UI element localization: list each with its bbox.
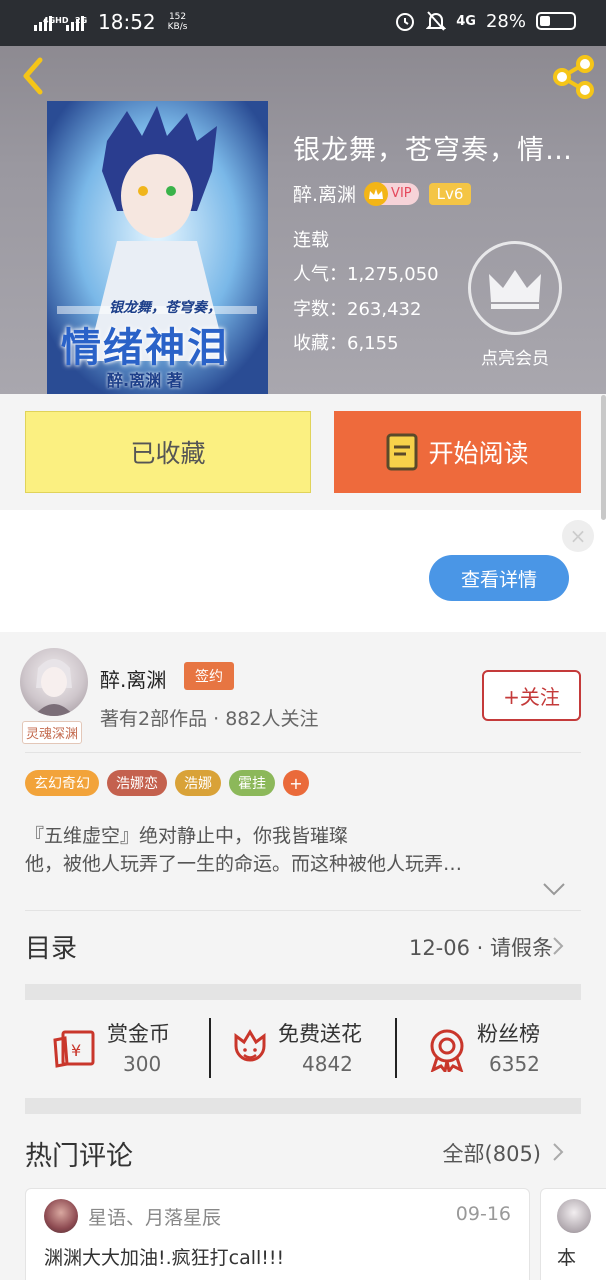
comment-date: 09-16 <box>455 1203 511 1225</box>
send-flowers-button[interactable]: 免费送花 4842 <box>230 1018 390 1078</box>
commenter-avatar[interactable] <box>44 1199 78 1233</box>
tag-item[interactable]: 霍挂 <box>229 770 275 796</box>
serial-status: 连载 <box>293 230 329 251</box>
crown-icon <box>489 270 541 309</box>
support-stats: ¥ 赏金币 300 免费送花 4842 粉丝榜 6352 <box>25 1018 581 1078</box>
all-comments-link[interactable]: 全部(805) <box>443 1138 541 1168</box>
chevron-down-icon[interactable] <box>542 882 566 896</box>
tag-list: 玄幻奇幻 浩娜恋 浩娜 霍挂 + <box>25 770 309 796</box>
avatar-tag: 灵魂深渊 <box>22 721 83 744</box>
add-tag-button[interactable]: + <box>283 770 309 796</box>
book-cover[interactable]: 银龙舞，苍穹奏， 情绪神泪 醉.离渊 著 <box>47 101 268 394</box>
flower-icon <box>234 1029 266 1062</box>
clock: 18:52 <box>98 10 156 34</box>
divider-line <box>209 1018 211 1078</box>
intro-line: 他，被他人玩弄了一生的命运。而这种被他人玩弄… <box>25 853 463 875</box>
book-author[interactable]: 醉.离渊 <box>293 180 356 207</box>
author-section: 灵魂深渊 醉.离渊 签约 著有2部作品 · 882人关注 +关注 玄幻奇幻 浩娜… <box>0 632 606 1114</box>
divider-line <box>395 1018 397 1078</box>
battery-percent: 28% <box>485 10 526 32</box>
red-envelope-icon: ¥ <box>53 1030 95 1068</box>
commenter-name[interactable]: 星语、月落星辰 <box>88 1203 221 1230</box>
commenter-avatar[interactable] <box>557 1199 591 1233</box>
author-avatar[interactable] <box>20 648 88 716</box>
action-bar: 已收藏 开始阅读 <box>0 394 606 510</box>
comment-text: 渊渊大大加油!.疯狂打call!!! <box>44 1247 285 1269</box>
favorited-button[interactable]: 已收藏 <box>25 411 311 493</box>
reward-coins-button[interactable]: ¥ 赏金币 300 <box>53 1018 213 1078</box>
comment-card[interactable]: 星语、月落星辰 09-16 渊渊大大加油!.疯狂打call!!! <box>25 1188 530 1280</box>
favorite-count: 收藏：6,155 <box>293 333 399 354</box>
book-title: 银龙舞，苍穹奏，情… <box>293 135 573 166</box>
signal-icon: 4GHD <box>34 13 68 31</box>
ad-close-icon[interactable]: × <box>562 520 594 552</box>
comment-card[interactable]: 本 <box>540 1188 606 1280</box>
battery-icon <box>536 12 576 30</box>
author-name[interactable]: 醉.离渊 <box>100 664 166 693</box>
section-separator <box>25 984 581 1000</box>
toc-title: 目录 <box>25 934 78 964</box>
alarm-icon <box>396 13 415 31</box>
follow-button[interactable]: +关注 <box>482 670 581 721</box>
member-crown-button[interactable] <box>468 241 562 335</box>
network-type: 4G <box>456 13 476 29</box>
signed-badge: 签约 <box>184 662 234 690</box>
cover-author: 醉.离渊 著 <box>107 371 183 390</box>
intro-line: 『五维虚空』绝对静止中，你我皆璀璨 <box>25 825 349 847</box>
member-label[interactable]: 点亮会员 <box>470 344 560 369</box>
share-icon[interactable] <box>550 54 596 100</box>
back-icon[interactable] <box>18 56 48 96</box>
svg-text:¥: ¥ <box>71 1041 81 1060</box>
net-speed: 152 KB/s <box>167 12 188 32</box>
tag-item[interactable]: 玄幻奇幻 <box>25 770 99 796</box>
divider <box>25 910 581 911</box>
book-header: 银龙舞，苍穹奏， 情绪神泪 醉.离渊 著 银龙舞，苍穹奏，情… 醉.离渊 VIP… <box>0 46 606 394</box>
cover-title: 情绪神泪 <box>61 325 229 371</box>
popularity: 人气：1,275,050 <box>293 264 439 285</box>
comments-title: 热门评论 <box>25 1141 133 1172</box>
divider <box>25 752 581 753</box>
start-reading-button[interactable]: 开始阅读 <box>334 411 581 493</box>
ad-banner: × 查看详情 <box>0 510 606 632</box>
comment-text: 本 <box>557 1247 577 1269</box>
medal-icon <box>430 1029 464 1072</box>
chevron-right-icon[interactable] <box>551 1142 565 1162</box>
latest-chapter: 12-06 · 请假条 <box>408 936 553 960</box>
level-badge: Lv6 <box>428 182 472 205</box>
crown-icon <box>364 181 389 206</box>
section-separator <box>25 1098 581 1114</box>
mute-bell-icon <box>426 11 447 31</box>
cover-subtitle: 银龙舞，苍穹奏， <box>109 300 221 316</box>
signal-icon-2: 2G <box>66 13 87 31</box>
author-stats: 著有2部作品 · 882人关注 <box>100 708 319 730</box>
book-intro[interactable]: 『五维虚空』绝对静止中，你我皆璀璨 他，被他人玩弄了一生的命运。而这种被他人玩弄… <box>25 822 581 878</box>
chevron-right-icon <box>553 937 564 955</box>
book-icon <box>386 433 418 471</box>
word-count: 字数：263,432 <box>293 299 422 320</box>
scrollbar[interactable] <box>601 395 606 520</box>
tag-item[interactable]: 浩娜 <box>175 770 221 796</box>
vip-badge: VIP <box>364 181 419 206</box>
status-bar: 4GHD 2G 18:52 152 KB/s 4G 28% <box>0 0 606 46</box>
comments-header: 热门评论 全部(805) <box>25 1134 581 1174</box>
fan-ranking-button[interactable]: 粉丝榜 6352 <box>427 1018 587 1078</box>
tag-item[interactable]: 浩娜恋 <box>107 770 167 796</box>
ad-detail-button[interactable]: 查看详情 <box>429 555 569 601</box>
toc-row[interactable]: 目录 12-06 · 请假条 <box>25 928 581 968</box>
